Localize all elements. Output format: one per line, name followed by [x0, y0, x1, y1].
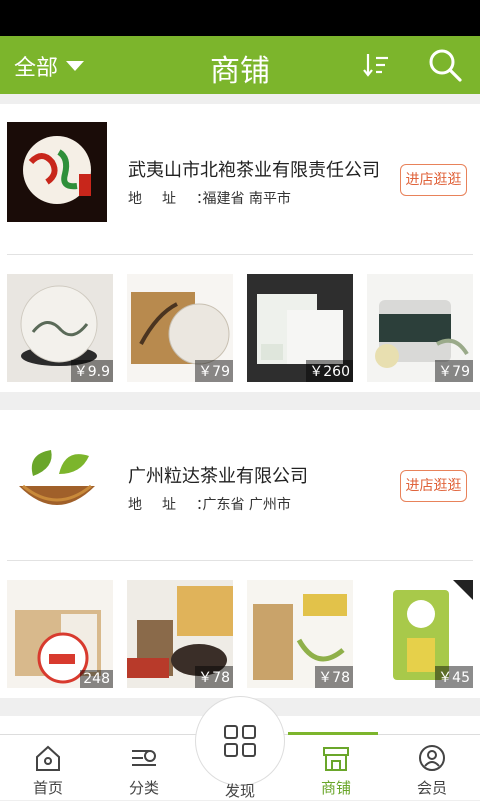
divider — [7, 560, 473, 561]
product-thumbnail[interactable]: ￥260 — [247, 274, 353, 382]
tab-shops[interactable]: 商铺 — [288, 735, 384, 801]
store-card: 广州粒达茶业有限公司 地址： 广东省 广州市 进店逛逛 248 ￥78 ￥78 … — [0, 410, 480, 698]
tab-label: 首页 — [32, 779, 63, 797]
store-logo — [7, 428, 107, 528]
active-tab-indicator — [288, 732, 378, 735]
tab-category[interactable]: 分类 — [96, 735, 192, 801]
store-card: 武夷山市北袍茶业有限责任公司 地址： 福建省 南平市 进店逛逛 ￥9.9 ￥79… — [0, 104, 480, 392]
app-header: 全部 商铺 — [0, 36, 480, 94]
product-thumbnail[interactable]: ￥79 — [367, 274, 473, 382]
address-label: 地址： — [128, 497, 230, 513]
product-price: ￥78 — [195, 666, 233, 688]
store-address: 地址： 福建省 南平市 — [128, 188, 291, 208]
address-value: 福建省 南平市 — [202, 191, 291, 207]
product-thumbnail[interactable]: ￥79 — [127, 274, 233, 382]
tab-discover[interactable]: 发现 — [195, 696, 285, 800]
product-price: 248 — [80, 670, 113, 688]
goods-row: ￥9.9 ￥79 ￥260 ￥79 — [0, 274, 480, 382]
visit-store-button[interactable]: 进店逛逛 — [400, 164, 467, 196]
product-thumbnail[interactable]: ￥9.9 — [7, 274, 113, 382]
goods-row: 248 ￥78 ￥78 ￥45 — [0, 580, 480, 688]
category-list-icon — [132, 750, 156, 766]
tab-member[interactable]: 会员 — [384, 735, 480, 801]
shop-icon — [323, 747, 349, 771]
product-price: ￥79 — [435, 360, 473, 382]
visit-store-button[interactable]: 进店逛逛 — [400, 470, 467, 502]
grid-icon — [224, 725, 256, 757]
page-title: 商铺 — [210, 54, 270, 89]
product-thumbnail[interactable]: 248 — [7, 580, 113, 688]
divider — [7, 254, 473, 255]
product-price: ￥45 — [435, 666, 473, 688]
member-icon — [419, 745, 445, 771]
tab-label: 发现 — [224, 782, 255, 800]
search-icon[interactable] — [426, 46, 464, 84]
store-list: 武夷山市北袍茶业有限责任公司 地址： 福建省 南平市 进店逛逛 ￥9.9 ￥79… — [0, 94, 480, 734]
product-price: ￥9.9 — [70, 360, 113, 382]
product-thumbnail[interactable]: ￥78 — [127, 580, 233, 688]
store-name[interactable]: 广州粒达茶业有限公司 — [128, 462, 390, 488]
product-thumbnail[interactable]: ￥45 — [367, 580, 473, 688]
home-icon — [36, 745, 60, 771]
product-price: ￥79 — [195, 360, 233, 382]
tab-label: 分类 — [128, 779, 159, 797]
address-label: 地址： — [128, 191, 230, 207]
sort-icon[interactable] — [362, 50, 392, 80]
tab-label: 会员 — [416, 779, 447, 797]
product-thumbnail[interactable]: ￥78 — [247, 580, 353, 688]
tab-label: 商铺 — [320, 779, 351, 797]
store-address: 地址： 广东省 广州市 — [128, 494, 291, 514]
store-logo — [7, 122, 107, 222]
product-price: ￥260 — [306, 360, 353, 382]
tab-home[interactable]: 首页 — [0, 735, 96, 801]
address-value: 广东省 广州市 — [202, 497, 291, 513]
store-name[interactable]: 武夷山市北袍茶业有限责任公司 — [128, 156, 390, 182]
product-price: ￥78 — [315, 666, 353, 688]
status-bar — [0, 0, 480, 36]
